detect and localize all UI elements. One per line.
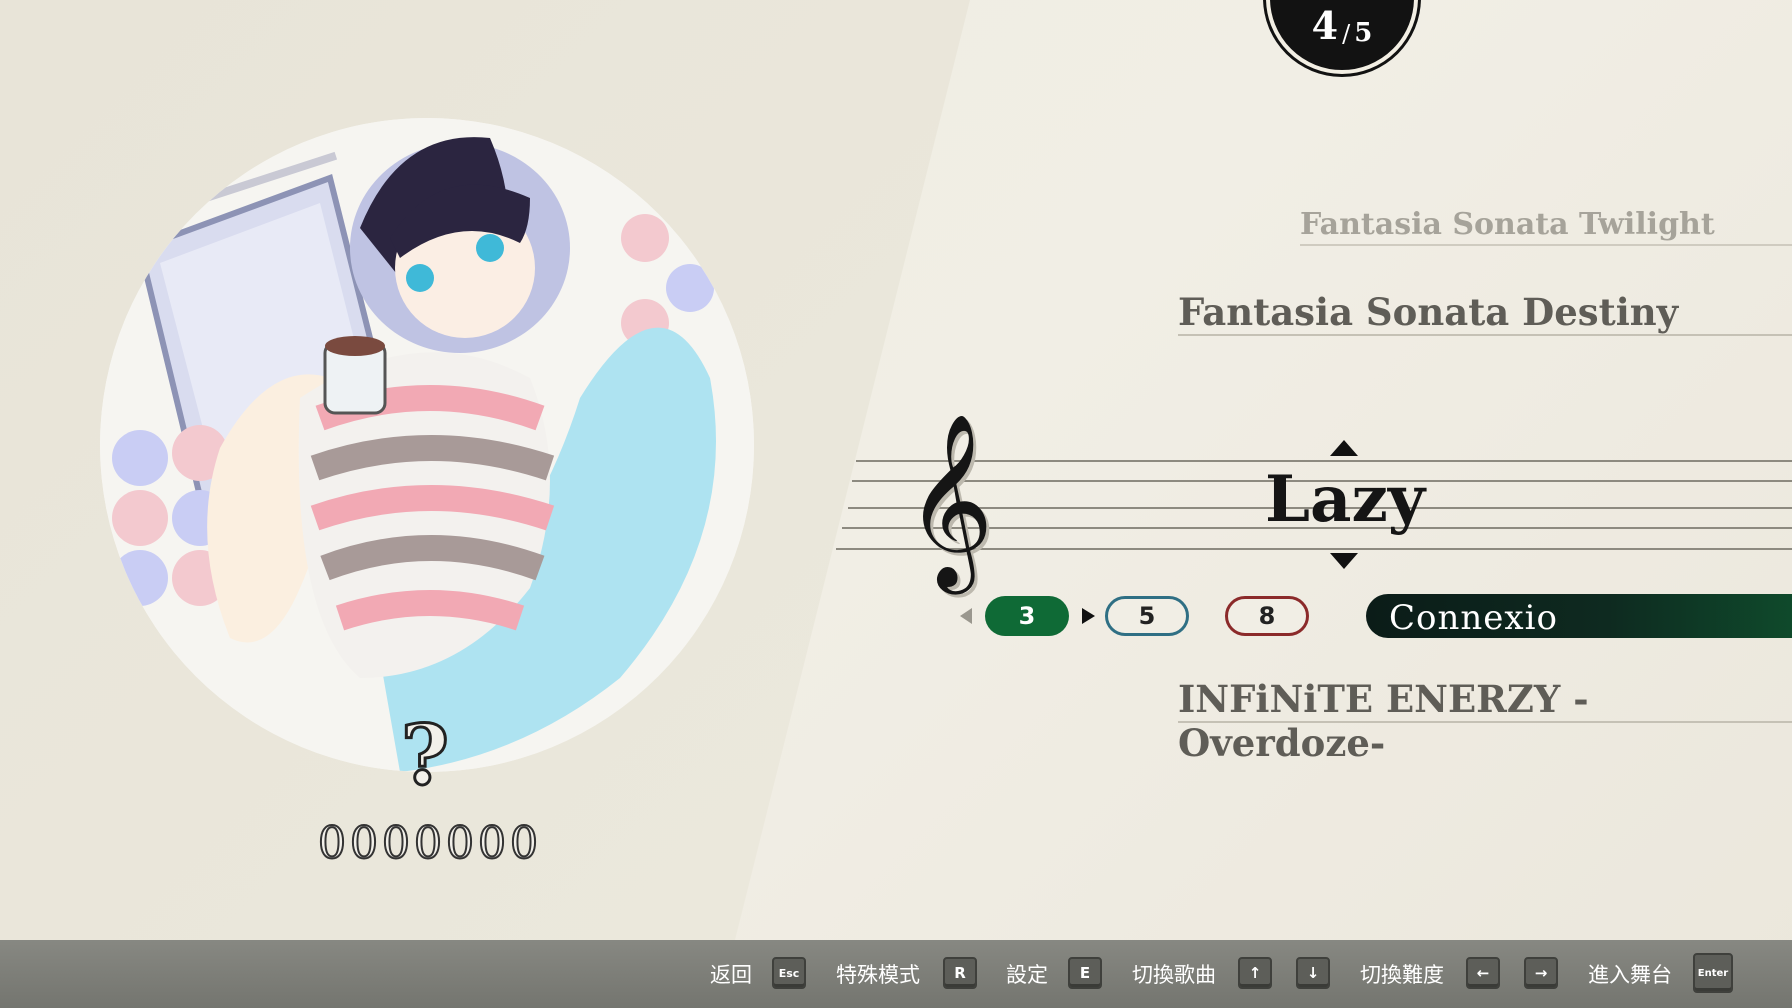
treble-clef-icon: 𝄞 bbox=[905, 413, 994, 587]
divider bbox=[1178, 721, 1792, 723]
song-current[interactable]: Fantasia Sonata Destiny bbox=[1178, 290, 1678, 334]
counter-separator: / bbox=[1342, 20, 1351, 48]
right-key-icon[interactable]: → bbox=[1524, 957, 1558, 989]
control-hints-bar: 返回 Esc 特殊模式 R 設定 E 切換歌曲 ↑ ↓ 切換難度 ← → 進入舞… bbox=[0, 940, 1792, 1008]
grade-unknown-mark: ? bbox=[399, 708, 450, 804]
divider bbox=[1178, 334, 1792, 336]
difficulty-name: Lazy bbox=[1265, 462, 1425, 537]
level-easy[interactable]: 3 bbox=[985, 596, 1069, 636]
hint-back-label: 返回 bbox=[710, 963, 752, 987]
hint-switch-song-label: 切換歌曲 bbox=[1132, 963, 1216, 987]
divider bbox=[1300, 244, 1792, 246]
level-hard[interactable]: 8 bbox=[1225, 596, 1309, 636]
e-key-icon[interactable]: E bbox=[1068, 957, 1102, 989]
hint-switch-difficulty-label: 切換難度 bbox=[1360, 963, 1444, 987]
counter-current: 4 bbox=[1311, 3, 1339, 48]
score-display: 0000000 bbox=[317, 817, 542, 870]
hint-enter-label: 進入舞台 bbox=[1588, 963, 1672, 987]
esc-key-icon[interactable]: Esc bbox=[772, 957, 806, 989]
enter-key-icon[interactable]: Enter bbox=[1693, 953, 1733, 993]
counter-total: 5 bbox=[1354, 18, 1373, 48]
up-key-icon[interactable]: ↑ bbox=[1238, 957, 1272, 989]
song-previous[interactable]: Fantasia Sonata Twilight bbox=[1300, 207, 1715, 242]
level-prev-arrow-icon[interactable] bbox=[960, 608, 972, 624]
hint-settings-label: 設定 bbox=[1006, 963, 1048, 987]
left-key-icon[interactable]: ← bbox=[1466, 957, 1500, 989]
level-normal[interactable]: 5 bbox=[1105, 596, 1189, 636]
r-key-icon[interactable]: R bbox=[943, 957, 977, 989]
hint-special-label: 特殊模式 bbox=[836, 963, 920, 987]
difficulty-down-arrow-icon[interactable] bbox=[1330, 553, 1358, 569]
song-jacket-art[interactable] bbox=[100, 118, 754, 772]
difficulty-up-arrow-icon[interactable] bbox=[1330, 440, 1358, 456]
down-key-icon[interactable]: ↓ bbox=[1296, 957, 1330, 989]
level-next-arrow-icon[interactable] bbox=[1082, 608, 1095, 624]
composer-name: Connexio bbox=[1389, 598, 1558, 638]
